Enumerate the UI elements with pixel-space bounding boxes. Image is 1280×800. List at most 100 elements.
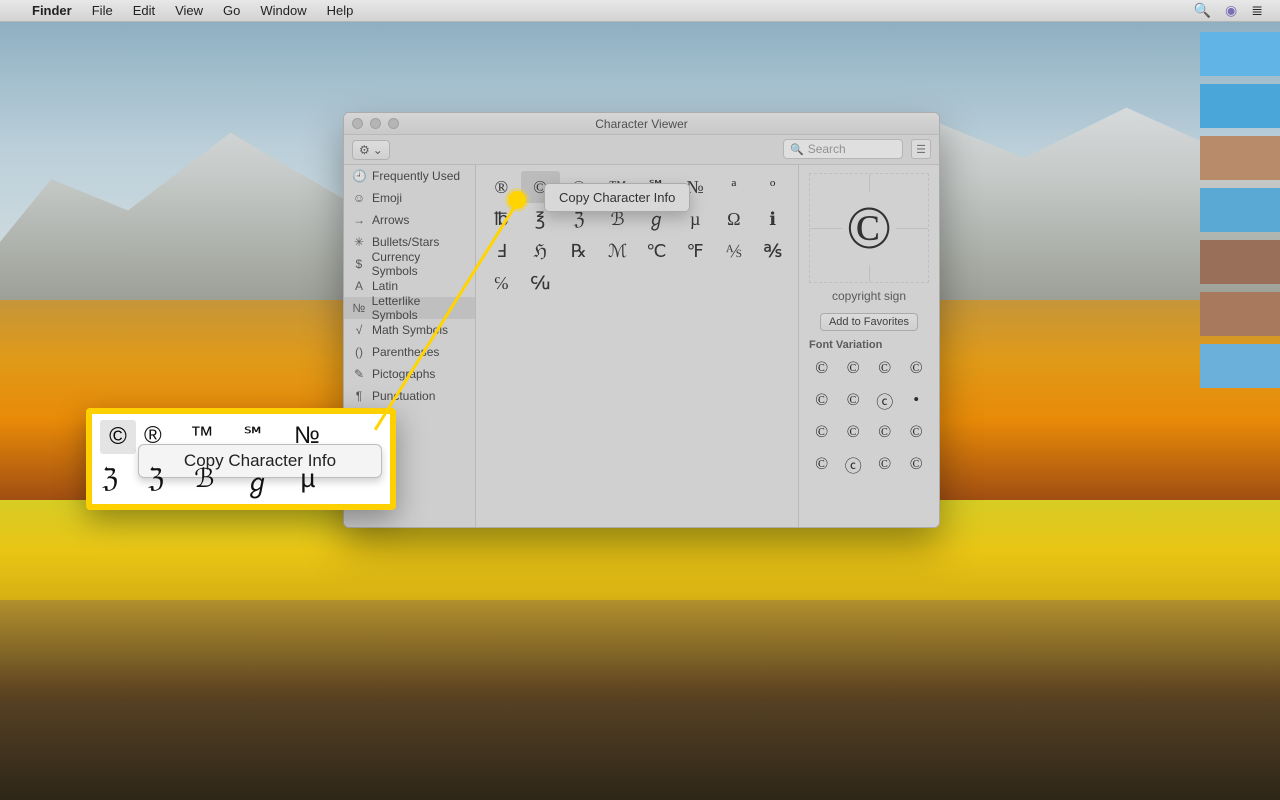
sidebar-item-icon: → [352,213,366,227]
sidebar-item-icon: ☺ [352,191,366,205]
search-field[interactable]: 🔍 Search [783,139,903,159]
wallpaper-reflection [0,600,1280,700]
spotlight-icon[interactable]: 🔍 [1187,2,1218,19]
notification-center-icon[interactable]: ≣ [1244,2,1270,19]
context-menu-copy-info[interactable]: Copy Character Info [545,187,689,208]
character-cell[interactable]: ℅ [482,267,521,299]
font-variation-cell[interactable]: © [807,387,837,413]
character-cell[interactable]: ℆ [521,267,560,299]
sidebar-item-label: Arrows [372,213,409,227]
zoom-button[interactable] [388,118,399,129]
callout-bottom-row: ℨ ℨ ℬ ℊ µ [102,463,316,500]
menu-view[interactable]: View [165,3,213,18]
font-variation-cell[interactable]: © [902,355,932,381]
detail-pane: © copyright sign Add to Favorites Font V… [798,165,939,527]
window-title: Character Viewer [595,117,687,131]
grid-icon: ☰ [916,143,926,156]
font-variation-cell[interactable]: © [870,419,900,445]
font-variation-cell[interactable]: © [839,419,869,445]
context-menu: Copy Character Info [544,183,690,212]
minimize-button[interactable] [370,118,381,129]
add-to-favorites-button[interactable]: Add to Favorites [820,313,918,331]
callout-char: ℨ [148,463,164,500]
font-variation-grid: ©©©©©©ⓒ•©©©©©ⓒ©© [799,355,939,487]
sidebar-item-icon: № [352,301,366,315]
siri-icon[interactable]: ◉ [1218,2,1244,19]
redacted-side-area [1200,24,1280,424]
window-toolbar: ⚙ ⌄ 🔍 Search ☰ [344,135,939,165]
menu-window[interactable]: Window [250,3,316,18]
character-cell[interactable]: ℃ [637,235,676,267]
sidebar-item-label: Latin [372,279,398,293]
font-variation-cell[interactable]: • [902,387,932,413]
font-variation-cell[interactable]: © [807,451,837,477]
sidebar-item-icon: ✳ [352,235,366,249]
character-cell[interactable]: ª [715,171,754,203]
character-cell[interactable]: ℉ [676,235,715,267]
callout-char: ℬ [194,463,214,500]
callout-selected-cell: © [100,420,136,454]
annotation-callout: © ® ™ ℠ № Copy Character Info ℨ ℨ ℬ ℊ µ [86,408,396,510]
sidebar-item-icon: $ [352,257,366,271]
sidebar-item-label: Parentheses [372,345,439,359]
character-cell[interactable]: º [753,171,792,203]
font-variation-cell[interactable]: © [807,419,837,445]
sidebar-item[interactable]: √Math Symbols [344,319,475,341]
menu-bar: Finder File Edit View Go Window Help 🔍 ◉… [0,0,1280,22]
window-controls [352,118,399,129]
character-preview: © [809,173,929,283]
font-variation-cell[interactable]: ⓒ [839,451,869,477]
sidebar-item-icon: 🕘 [352,169,366,183]
callout-char: ℊ [245,463,271,500]
font-variation-cell[interactable]: ⓒ [870,387,900,413]
close-button[interactable] [352,118,363,129]
sidebar-item-label: Bullets/Stars [372,235,439,249]
font-variation-cell[interactable]: © [870,355,900,381]
sidebar-item-icon: √ [352,323,366,337]
search-placeholder: Search [808,142,846,156]
font-variation-cell[interactable]: © [839,387,869,413]
menu-go[interactable]: Go [213,3,250,18]
chevron-down-icon: ⌄ [373,143,383,157]
font-variation-cell[interactable]: © [870,451,900,477]
sidebar-item[interactable]: 🕘 Frequently Used [344,165,475,187]
sidebar-item-label: Punctuation [372,389,435,403]
character-name: copyright sign [832,289,906,303]
sidebar-item-icon: ¶ [352,389,366,403]
search-icon: 🔍 [790,143,804,156]
action-menu-button[interactable]: ⚙ ⌄ [352,140,390,160]
sidebar-item[interactable]: ¶ Punctuation [344,385,475,407]
sidebar-item[interactable]: ()Parentheses [344,341,475,363]
character-cell[interactable]: ℞ [560,235,599,267]
window-titlebar[interactable]: Character Viewer [344,113,939,135]
character-cell[interactable]: ℁ [753,235,792,267]
sidebar-item[interactable]: $ Currency Symbols [344,253,475,275]
font-variation-cell[interactable]: © [807,355,837,381]
sidebar-item-icon: ✎ [352,367,366,381]
annotation-dot [508,191,526,209]
character-cell[interactable]: ⅍ [715,235,754,267]
character-grid-area: ®©℗™℠№ªº℔℥ℨℬℊµΩℹℲℌ℞ℳ℃℉⅍℁℅℆ Copy Characte… [476,165,798,527]
menu-help[interactable]: Help [317,3,364,18]
sidebar-item-label: Currency Symbols [372,250,467,278]
font-variation-heading: Font Variation [799,331,892,355]
character-viewer-window: Character Viewer ⚙ ⌄ 🔍 Search ☰ 🕘 Frequen… [343,112,940,528]
callout-char: µ [301,463,316,500]
menu-file[interactable]: File [82,3,123,18]
collapse-button[interactable]: ☰ [911,139,931,159]
character-cell[interactable]: ℹ [753,203,792,235]
menu-edit[interactable]: Edit [123,3,165,18]
sidebar-item-label: Frequently Used [372,169,460,183]
app-menu[interactable]: Finder [22,3,82,18]
gear-icon: ⚙ [359,143,370,157]
preview-glyph: © [842,192,896,265]
character-cell[interactable]: ℳ [598,235,637,267]
sidebar-item[interactable]: → Arrows [344,209,475,231]
font-variation-cell[interactable]: © [902,451,932,477]
font-variation-cell[interactable]: © [839,355,869,381]
character-cell[interactable]: Ω [715,203,754,235]
sidebar-item-label: Emoji [372,191,402,205]
sidebar-item[interactable]: ☺ Emoji [344,187,475,209]
character-cell[interactable]: ℌ [521,235,560,267]
font-variation-cell[interactable]: © [902,419,932,445]
